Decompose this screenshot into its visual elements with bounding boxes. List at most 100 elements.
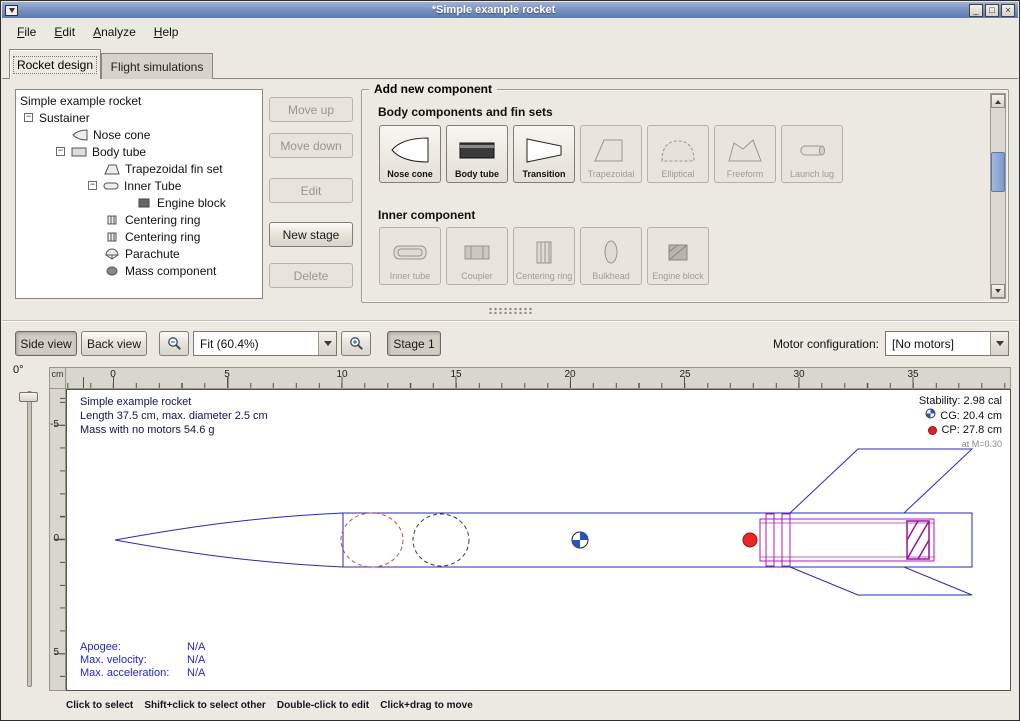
status-bar: Click to select Shift+click to select ot… <box>66 700 473 711</box>
zoom-in-icon <box>349 336 364 351</box>
maximize-button[interactable]: □ <box>985 4 999 17</box>
cg-icon <box>925 408 936 423</box>
menu-bar: File Edit Analyze Help <box>2 18 1018 45</box>
nose-cone-icon <box>390 130 430 170</box>
title-bar[interactable]: *Simple example rocket _ □ × <box>2 2 1018 18</box>
tree-item-engine-block[interactable]: Engine block <box>16 194 262 211</box>
parachute-icon <box>104 248 120 260</box>
rotation-slider-handle[interactable] <box>19 392 38 402</box>
launch-lug-icon <box>792 130 832 170</box>
cg-value: CG: 20.4 cm <box>940 409 1002 423</box>
collapse-icon[interactable] <box>88 181 97 190</box>
tab-flight-simulations[interactable]: Flight simulations <box>101 53 213 79</box>
tree-item-fin-set[interactable]: Trapezoidal fin set <box>16 160 262 177</box>
add-inner-tube-button[interactable]: Inner tube <box>379 227 441 285</box>
inner-tube-icon <box>103 180 119 192</box>
body-tube-outline <box>343 513 972 567</box>
component-panel-scrollbar[interactable] <box>990 93 1006 299</box>
add-elliptical-fin-button[interactable]: Elliptical <box>647 125 709 183</box>
window-controls: _ □ × <box>969 4 1015 17</box>
zoom-in-button[interactable] <box>341 331 371 356</box>
rocket-view-canvas[interactable]: Simple example rocket Length 37.5 cm, ma… <box>66 389 1011 691</box>
zoom-level-select[interactable]: Fit (60.4%) <box>193 331 337 356</box>
centering-ring-icon <box>104 231 120 243</box>
ruler-unit: cm <box>49 367 66 389</box>
side-view-button[interactable]: Side view <box>15 331 77 356</box>
app-window: *Simple example rocket _ □ × File Edit A… <box>0 0 1020 721</box>
chevron-down-icon[interactable] <box>318 332 336 355</box>
centering-ring-icon <box>524 232 564 272</box>
tab-rocket-design[interactable]: Rocket design <box>9 49 101 79</box>
add-coupler-button[interactable]: Coupler <box>446 227 508 285</box>
menu-edit[interactable]: Edit <box>45 21 84 43</box>
rotation-angle-label: 0° <box>13 364 24 376</box>
rotation-slider[interactable] <box>27 391 32 687</box>
flight-stats: Apogee:N/A Max. velocity:N/A Max. accele… <box>80 641 205 680</box>
motor-configuration-label: Motor configuration: <box>743 337 879 351</box>
fin-set-icon <box>104 163 120 175</box>
coupler-icon <box>457 232 497 272</box>
nose-cone-icon <box>72 129 88 141</box>
add-centering-ring-button[interactable]: Centering ring <box>513 227 575 285</box>
tree-item-rocket[interactable]: Simple example rocket <box>16 92 262 109</box>
cp-value: CP: 27.8 cm <box>941 423 1002 437</box>
stage-1-toggle[interactable]: Stage 1 <box>387 331 441 356</box>
back-view-button[interactable]: Back view <box>81 331 147 356</box>
chevron-down-icon[interactable] <box>990 332 1008 355</box>
menu-file[interactable]: File <box>8 21 45 43</box>
move-down-button[interactable]: Move down <box>269 133 353 158</box>
tree-item-mass-component[interactable]: Mass component <box>16 262 262 279</box>
collapse-icon[interactable] <box>24 113 33 122</box>
add-body-tube-button[interactable]: Body tube <box>446 125 508 183</box>
close-button[interactable]: × <box>1001 4 1015 17</box>
add-component-title: Add new component <box>369 82 497 96</box>
mass-component-icon <box>104 265 120 277</box>
window-menu-icon[interactable] <box>5 5 18 16</box>
inner-component-label: Inner component <box>378 208 475 222</box>
elliptical-fin-icon <box>658 130 698 170</box>
trapezoidal-fin-icon <box>591 130 631 170</box>
delete-button[interactable]: Delete <box>269 263 353 288</box>
stability-info: Stability: 2.98 cal CG: 20.4 cm CP: 27.8… <box>919 394 1002 451</box>
zoom-out-button[interactable] <box>159 331 189 356</box>
menu-help[interactable]: Help <box>145 21 188 43</box>
centering-ring-icon <box>104 214 120 226</box>
move-up-button[interactable]: Move up <box>269 97 353 122</box>
tree-item-inner-tube[interactable]: Inner Tube <box>16 177 262 194</box>
minimize-button[interactable]: _ <box>969 4 983 17</box>
add-freeform-fin-button[interactable]: Freeform <box>714 125 776 183</box>
engine-block-icon <box>136 197 152 209</box>
component-tree: Simple example rocket Sustainer Nose con… <box>15 89 263 299</box>
tree-item-parachute[interactable]: Parachute <box>16 245 262 262</box>
add-engine-block-button[interactable]: Engine block <box>647 227 709 285</box>
rocket-info-text: Simple example rocket Length 37.5 cm, ma… <box>80 395 268 437</box>
pane-divider[interactable] <box>2 320 1018 322</box>
split-pane-handle[interactable] <box>488 307 534 314</box>
edit-button[interactable]: Edit <box>269 178 353 203</box>
add-bulkhead-button[interactable]: Bulkhead <box>580 227 642 285</box>
tree-item-centering-ring-1[interactable]: Centering ring <box>16 211 262 228</box>
body-components-label: Body components and fin sets <box>378 105 553 119</box>
motor-configuration-select[interactable]: [No motors] <box>885 331 1009 356</box>
scroll-down-icon[interactable] <box>991 284 1005 298</box>
lower-fin <box>790 567 972 595</box>
stability-value: Stability: 2.98 cal <box>919 394 1002 408</box>
tree-item-body-tube[interactable]: Body tube <box>16 143 262 160</box>
vertical-ruler: -5 0 5 <box>49 389 66 691</box>
freeform-fin-icon <box>725 130 765 170</box>
new-stage-button[interactable]: New stage <box>269 222 353 247</box>
tree-item-nose-cone[interactable]: Nose cone <box>16 126 262 143</box>
add-launch-lug-button[interactable]: Launch lug <box>781 125 843 183</box>
add-trapezoidal-fin-button[interactable]: Trapezoidal <box>580 125 642 183</box>
add-nose-cone-button[interactable]: Nose cone <box>379 125 441 183</box>
add-transition-button[interactable]: Transition <box>513 125 575 183</box>
tree-item-sustainer[interactable]: Sustainer <box>16 109 262 126</box>
scrollbar-thumb[interactable] <box>991 152 1005 192</box>
body-tube-icon <box>71 146 87 158</box>
zoom-out-icon <box>167 336 182 351</box>
menu-analyze[interactable]: Analyze <box>84 21 145 43</box>
scroll-up-icon[interactable] <box>991 94 1005 108</box>
window-title: *Simple example rocket <box>18 4 969 16</box>
collapse-icon[interactable] <box>56 147 65 156</box>
tree-item-centering-ring-2[interactable]: Centering ring <box>16 228 262 245</box>
